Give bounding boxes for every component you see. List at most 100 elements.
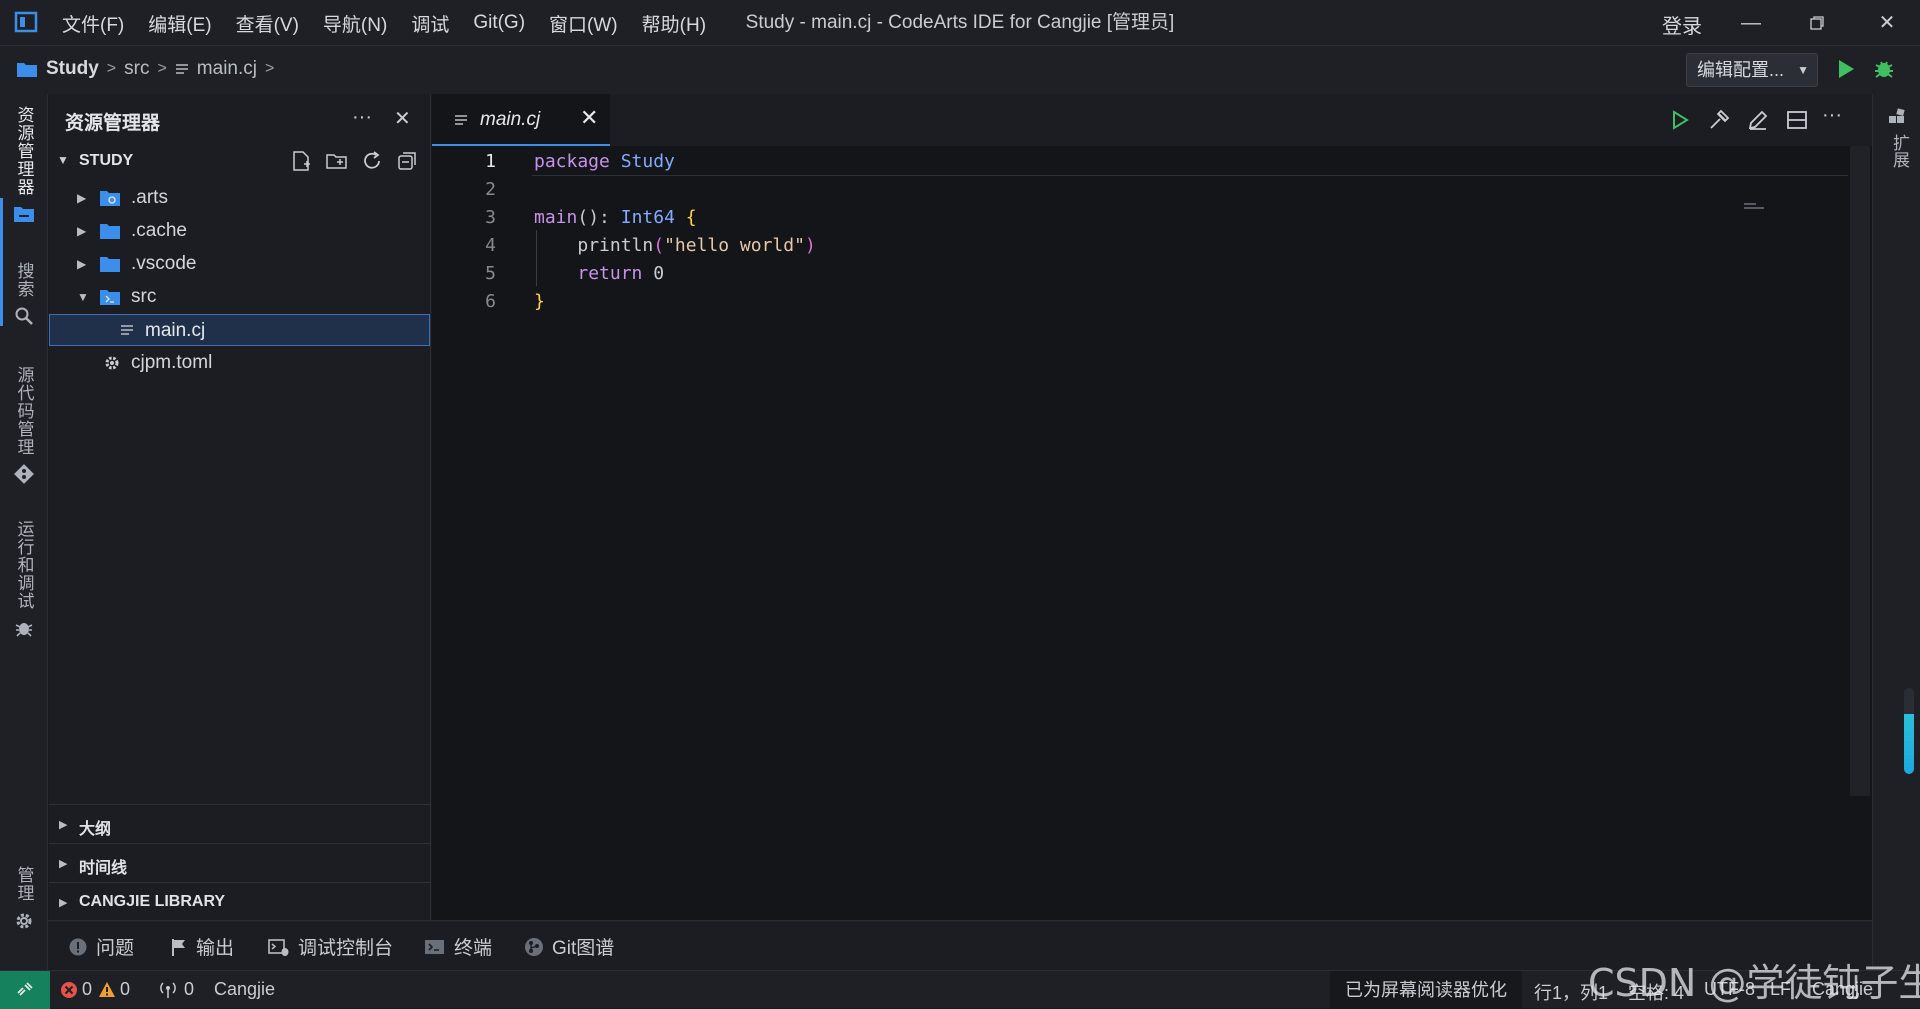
tree-item-label: .cache <box>131 220 187 241</box>
activity-manage[interactable]: 管理 <box>0 866 48 932</box>
tree-item-main-cj[interactable]: main.cj <box>49 314 430 346</box>
build-hammer-icon[interactable] <box>1707 108 1731 132</box>
breadcrumb-root[interactable]: Study <box>46 58 99 80</box>
close-tab-icon[interactable]: ✕ <box>580 105 598 131</box>
code-editor[interactable]: 1 package Study 2 3 main(): Int64 { 4 pr… <box>432 146 1852 920</box>
more-actions-icon[interactable]: ··· <box>1822 104 1846 128</box>
chevron-right-icon: > <box>264 60 275 77</box>
activity-explorer-label: 资源管理器 <box>14 106 34 196</box>
more-actions-icon[interactable]: ··· <box>352 106 372 129</box>
activity-search[interactable]: 搜索 <box>0 262 48 326</box>
section-outline[interactable]: ▶ 大纲 <box>49 804 430 842</box>
menu-bar: 文件(F) 编辑(E) 查看(V) 导航(N) 调试 Git(G) 窗口(W) … <box>62 0 730 46</box>
extensions-icon[interactable] <box>1887 108 1907 128</box>
token-keyword: package <box>534 151 610 172</box>
refresh-icon[interactable] <box>361 150 383 172</box>
activity-explorer[interactable]: 资源管理器 <box>0 106 48 224</box>
token-identifier: Study <box>620 151 675 172</box>
activity-run-label: 运行和调试 <box>14 520 34 610</box>
status-problems[interactable]: 0 0 <box>60 979 130 1000</box>
token-punct: : <box>599 207 621 228</box>
menu-help[interactable]: 帮助(H) <box>642 10 706 37</box>
minimap[interactable] <box>1742 202 1772 210</box>
panel-tab-output[interactable]: 输出 <box>170 933 234 960</box>
chevron-down-icon: ▼ <box>57 153 69 167</box>
gear-icon <box>16 913 32 929</box>
activity-scm-label: 源代码管理 <box>14 366 34 456</box>
token-function: println <box>577 235 654 256</box>
scroll-position-indicator <box>1904 688 1914 774</box>
chevron-down-icon: ▼ <box>1797 63 1809 77</box>
tree-item-vscode[interactable]: ▶ .vscode <box>49 248 430 280</box>
minimize-icon[interactable]: — <box>1736 8 1766 38</box>
indent-guide <box>536 230 537 286</box>
run-icon[interactable] <box>1836 58 1856 80</box>
token-type: Int64 <box>620 207 675 228</box>
section-timeline[interactable]: ▶ 时间线 <box>49 843 430 881</box>
section-timeline-label: 时间线 <box>79 860 128 877</box>
panel-tab-debug-console[interactable]: 调试控制台 <box>268 933 393 960</box>
restore-icon[interactable] <box>1802 8 1832 38</box>
run-config-dropdown[interactable]: 编辑配置... ▼ <box>1686 53 1818 87</box>
tree-item-label: .arts <box>131 187 168 208</box>
search-icon <box>15 307 33 325</box>
chevron-right-icon: ▶ <box>77 257 87 271</box>
login-button[interactable]: 登录 <box>1662 10 1702 39</box>
menu-navigate[interactable]: 导航(N) <box>323 10 387 37</box>
collapse-all-icon[interactable] <box>396 150 418 172</box>
line-number: 3 <box>485 207 496 228</box>
new-file-icon[interactable] <box>290 150 312 172</box>
file-lines-icon <box>121 325 133 335</box>
new-folder-icon[interactable] <box>326 150 348 172</box>
split-editor-icon[interactable] <box>1785 108 1809 132</box>
debug-bug-icon[interactable] <box>1872 57 1896 81</box>
extensions-label[interactable]: 扩展 <box>1887 134 1912 168</box>
close-icon[interactable]: ✕ <box>394 106 411 131</box>
error-icon <box>61 981 77 998</box>
tab-main-cj[interactable]: main.cj ✕ <box>432 94 610 146</box>
activity-run-debug[interactable]: 运行和调试 <box>0 520 48 638</box>
git-branch-icon <box>14 464 34 484</box>
code-line: 1 package Study <box>432 148 1852 176</box>
breadcrumb-folder[interactable]: src <box>124 58 149 80</box>
menu-file[interactable]: 文件(F) <box>62 10 124 37</box>
code-line: 3 main(): Int64 { <box>432 204 1852 232</box>
menu-git[interactable]: Git(G) <box>473 12 525 34</box>
chevron-right-icon: ▶ <box>77 191 87 205</box>
panel-tab-problems[interactable]: 问题 <box>68 933 134 960</box>
git-graph-icon <box>525 937 543 956</box>
tree-item-cjpm-toml[interactable]: cjpm.toml <box>49 347 430 379</box>
token-brace: { <box>685 207 697 228</box>
menu-view[interactable]: 查看(V) <box>236 10 299 37</box>
status-language-mode[interactable]: Cangjie <box>214 979 275 1000</box>
tree-item-arts[interactable]: ▶ .arts <box>49 182 430 214</box>
menu-debug[interactable]: 调试 <box>411 10 449 37</box>
tree-item-src[interactable]: ▼ src <box>49 281 430 313</box>
panel-tab-terminal[interactable]: 终端 <box>424 933 492 960</box>
chevron-right-icon: > <box>157 60 167 77</box>
menu-edit[interactable]: 编辑(E) <box>148 10 211 37</box>
activity-scm[interactable]: 源代码管理 <box>0 366 48 484</box>
section-cangjie-library[interactable]: ▶ CANGJIE LIBRARY <box>49 882 430 920</box>
line-number: 4 <box>485 235 496 256</box>
line-number: 6 <box>485 291 496 312</box>
token-punct: () <box>577 207 600 228</box>
panel-tab-git-graph[interactable]: Git图谱 <box>524 933 614 960</box>
folder-icon <box>100 257 120 272</box>
menu-window[interactable]: 窗口(W) <box>549 10 618 37</box>
vertical-scrollbar[interactable] <box>1850 146 1870 796</box>
edit-pencil-icon[interactable] <box>1746 108 1770 132</box>
status-ports[interactable]: 0 <box>158 979 194 1000</box>
breadcrumb-file[interactable]: main.cj <box>197 58 257 80</box>
editor-tab-bar: main.cj ✕ ··· <box>432 94 1872 146</box>
tab-label: main.cj <box>480 109 541 130</box>
token-function: main <box>534 207 578 228</box>
remote-indicator[interactable] <box>0 971 50 1009</box>
close-window-icon[interactable]: ✕ <box>1872 8 1902 38</box>
status-screen-reader[interactable]: 已为屏幕阅读器优化 <box>1330 971 1522 1009</box>
run-config-label: 编辑配置... <box>1697 60 1785 80</box>
tree-item-cache[interactable]: ▶ .cache <box>49 215 430 247</box>
breadcrumb-bar: Study > src > main.cj > <box>0 46 1920 94</box>
run-file-icon[interactable] <box>1668 108 1692 132</box>
code-line: 6 } <box>432 288 1852 316</box>
